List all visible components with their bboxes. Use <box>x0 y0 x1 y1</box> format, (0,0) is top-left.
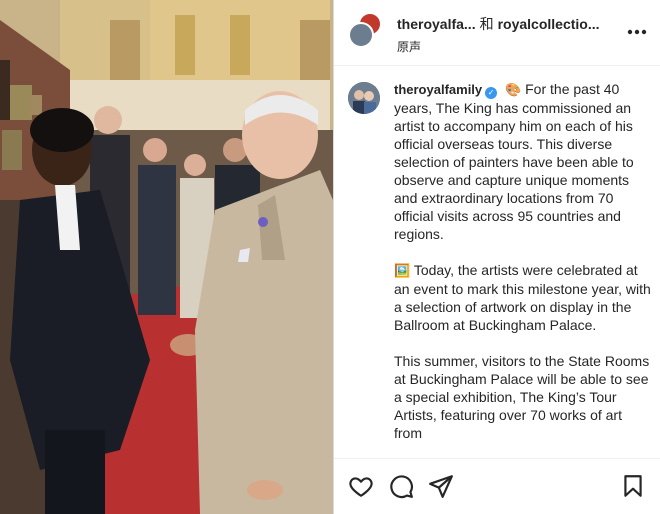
account-link-primary[interactable]: theroyalfa... <box>397 16 476 32</box>
caption-paragraph-1: theroyalfamily ✓ 🎨 For the past 40 years,… <box>394 80 653 243</box>
instagram-post: theroyalfa... 和 royalcollectio... 原声 thero… <box>0 0 660 514</box>
theroyalfamily-avatar <box>348 22 374 48</box>
handshake-photo <box>0 0 333 514</box>
bookmark-icon[interactable] <box>620 473 646 499</box>
post-photo[interactable] <box>0 0 333 514</box>
caption-text: theroyalfamily ✓ 🎨 For the past 40 years,… <box>394 80 653 458</box>
caption-paragraph-2: 🖼️ Today, the artists were celebrated at… <box>394 261 653 334</box>
account-link-secondary[interactable]: royalcollectio... <box>498 16 600 32</box>
caption-paragraph-3: This summer, visitors to the State Rooms… <box>394 352 653 442</box>
post-caption: theroyalfamily ✓ 🎨 For the past 40 years,… <box>348 80 653 458</box>
palette-emoji: 🎨 <box>505 82 522 97</box>
header-account-line: theroyalfa... 和 royalcollectio... <box>397 14 617 34</box>
heart-icon[interactable] <box>348 473 374 499</box>
post-header: theroyalfa... 和 royalcollectio... 原声 <box>334 0 660 66</box>
caption-username[interactable]: theroyalfamily <box>394 82 482 97</box>
comment-icon[interactable] <box>388 473 414 499</box>
header-accounts: theroyalfa... 和 royalcollectio... 原声 <box>397 14 617 55</box>
framed-picture-emoji: 🖼️ <box>394 263 411 278</box>
post-side-panel: theroyalfa... 和 royalcollectio... 原声 thero… <box>333 0 660 514</box>
audio-label[interactable]: 原声 <box>397 38 617 55</box>
send-icon[interactable] <box>428 473 454 499</box>
more-icon[interactable] <box>627 22 647 36</box>
caption-paragraph-1-text: For the past 40 years, The King has comm… <box>394 81 634 242</box>
verified-badge-icon: ✓ <box>485 87 498 99</box>
caption-paragraph-2-text: Today, the artists were celebrated at an… <box>394 262 651 333</box>
account-joiner: 和 <box>479 16 494 32</box>
post-actions <box>334 458 660 514</box>
caption-avatar[interactable] <box>348 82 380 114</box>
dual-account-avatar[interactable] <box>348 12 384 48</box>
caption-paragraph-3-text: This summer, visitors to the State Rooms… <box>394 353 650 441</box>
